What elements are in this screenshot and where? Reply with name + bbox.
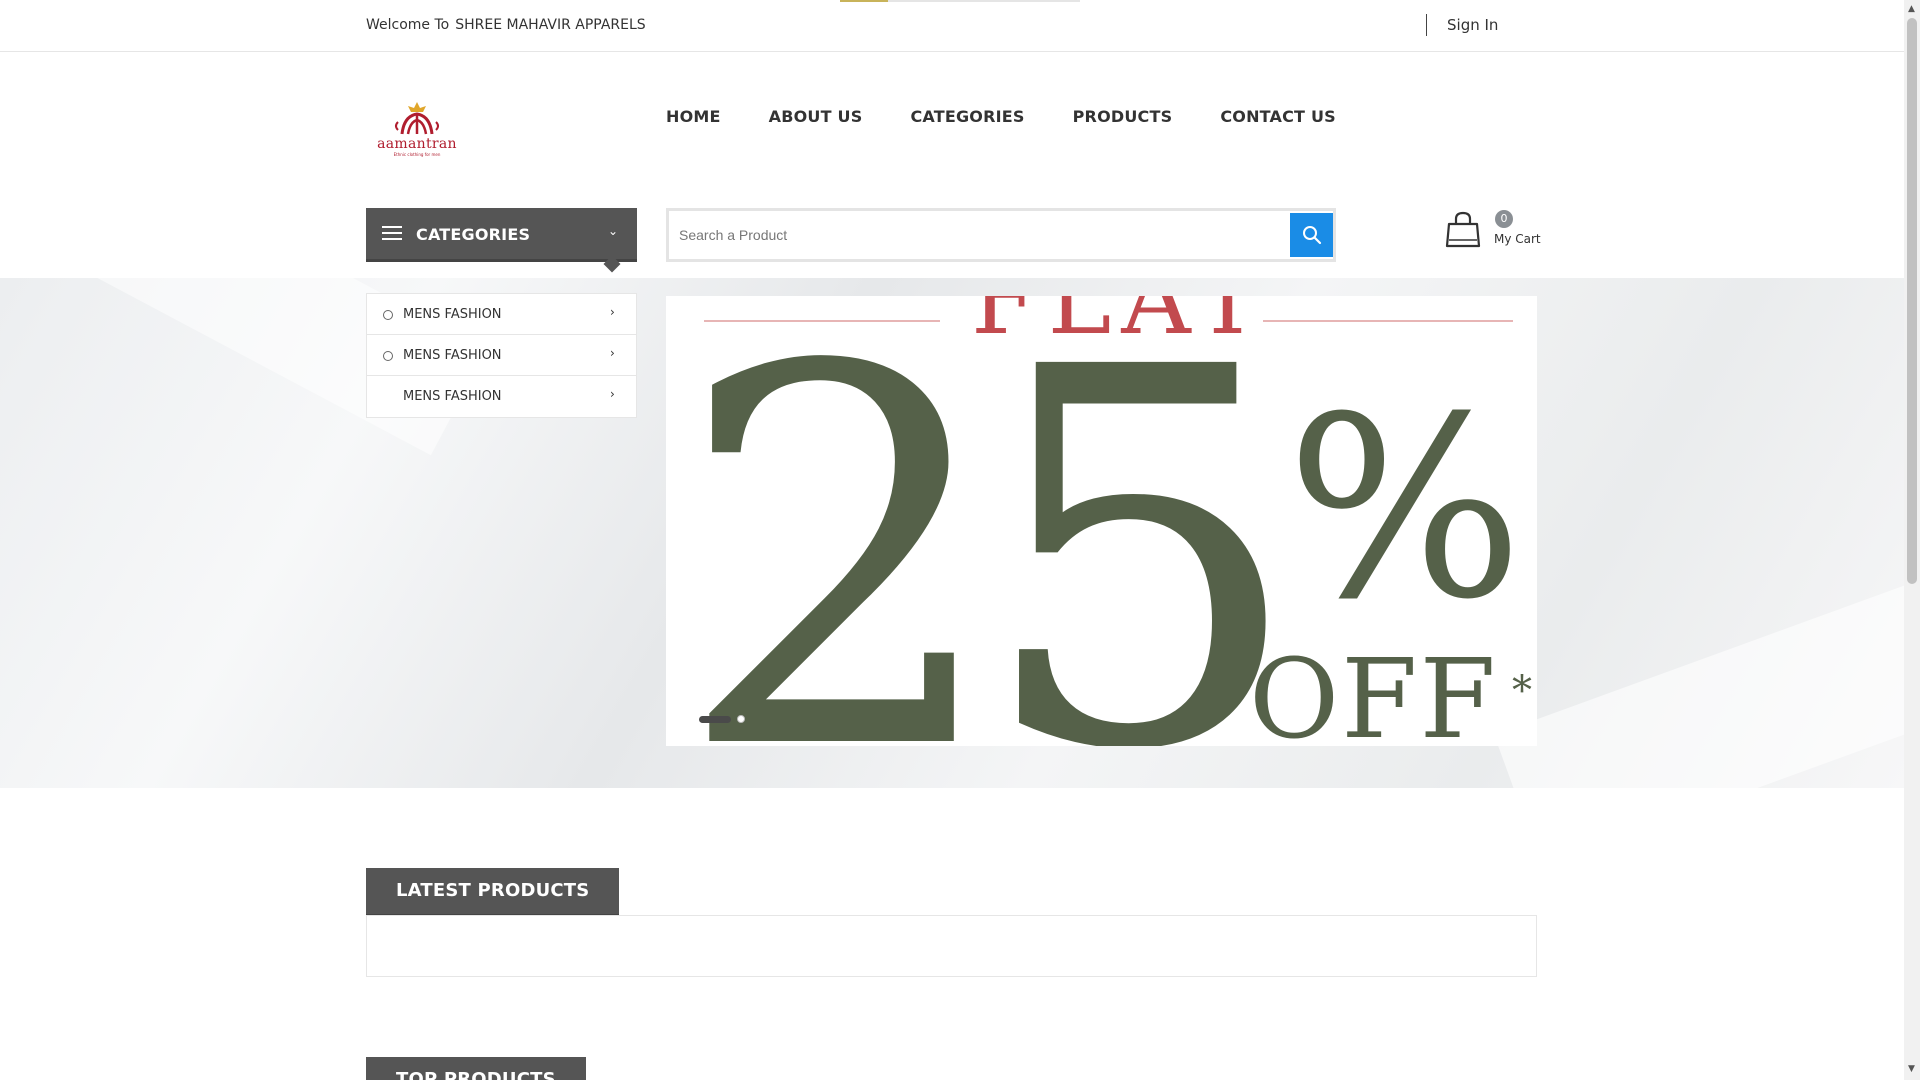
category-item[interactable]: MENS FASHION ›: [367, 335, 636, 376]
top-products-heading: TOP PRODUCTS: [366, 1057, 586, 1080]
nav-categories[interactable]: CATEGORIES: [910, 107, 1024, 126]
site-logo[interactable]: aamantran Ethnic clothing for men: [372, 100, 462, 160]
chevron-right-icon: ›: [610, 346, 615, 360]
main-nav: HOME ABOUT US CATEGORIES PRODUCTS CONTAC…: [666, 107, 1384, 126]
banner-off-text: OFF: [1249, 635, 1498, 746]
category-item-label: MENS FASHION: [403, 389, 502, 404]
category-item-label: MENS FASHION: [403, 348, 502, 363]
top-bar: Welcome To SHREE MAHAVIR APPARELS Sign In: [0, 0, 1904, 52]
cart-label: My Cart: [1494, 232, 1541, 246]
cart-widget[interactable]: 0 My Cart: [1444, 208, 1544, 258]
loading-progress-fill: [840, 0, 888, 2]
search-icon: [1302, 226, 1321, 245]
circle-icon: [383, 351, 393, 361]
slider-dot-active[interactable]: [699, 715, 731, 723]
latest-products-container: [366, 915, 1537, 977]
logo-tagline: Ethnic clothing for men: [393, 152, 441, 157]
cart-count-badge: 0: [1495, 210, 1513, 228]
chevron-down-icon: ⌄: [608, 224, 619, 238]
welcome-label: Welcome To: [366, 17, 450, 33]
search-input[interactable]: [679, 221, 1279, 249]
banner-asterisk: *: [1512, 668, 1532, 714]
top-products-title: TOP PRODUCTS: [396, 1069, 556, 1080]
circle-icon: [383, 310, 393, 320]
nav-home[interactable]: HOME: [666, 107, 721, 126]
logo-text: aamantran: [377, 136, 457, 152]
shopping-bag-icon: [1445, 211, 1481, 248]
sign-in-link[interactable]: Sign In: [1447, 16, 1498, 34]
nav-contact-us[interactable]: CONTACT US: [1220, 107, 1336, 126]
categories-list: MENS FASHION › MENS FASHION › MENS FASHI…: [366, 293, 637, 418]
loading-progress-bar: [840, 0, 1080, 2]
slider-dot[interactable]: [737, 715, 745, 723]
store-name: SHREE MAHAVIR APPARELS: [455, 17, 646, 33]
signin-divider: [1426, 14, 1427, 36]
search-box: [666, 208, 1336, 262]
categories-toggle[interactable]: CATEGORIES ⌄: [366, 208, 637, 273]
page: Welcome To SHREE MAHAVIR APPARELS Sign In…: [0, 0, 1920, 1080]
categories-toggle-label: CATEGORIES: [416, 225, 531, 244]
scrollbar-thumb[interactable]: [1907, 18, 1917, 584]
welcome-message: Welcome To SHREE MAHAVIR APPARELS: [366, 17, 646, 33]
category-item[interactable]: MENS FASHION ›: [367, 294, 636, 335]
slider-pagination: [699, 715, 745, 723]
latest-products-heading: LATEST PRODUCTS: [366, 868, 620, 917]
banner-rule-right: [1263, 320, 1513, 322]
page-scrollbar[interactable]: ▲ ▼: [1904, 0, 1920, 1080]
hamburger-icon: [382, 226, 402, 242]
chevron-right-icon: ›: [610, 305, 615, 319]
banner-percent-sign: %: [1286, 363, 1524, 654]
nav-about-us[interactable]: ABOUT US: [769, 107, 863, 126]
promo-banner-slider[interactable]: FLAT 25 % OFF *: [666, 296, 1537, 746]
category-item-label: MENS FASHION: [403, 307, 502, 322]
category-item[interactable]: MENS FASHION ›: [367, 376, 636, 417]
search-button[interactable]: [1290, 213, 1333, 257]
chevron-right-icon: ›: [610, 387, 615, 401]
hero-decoration: [1494, 529, 1904, 788]
banner-discount-amount: 25: [674, 296, 1306, 746]
scroll-up-arrow-icon[interactable]: ▲: [1908, 4, 1915, 14]
logo-emblem-icon: [395, 102, 439, 135]
scroll-down-arrow-icon[interactable]: ▼: [1908, 1064, 1915, 1074]
latest-products-title: LATEST PRODUCTS: [396, 880, 590, 901]
nav-products[interactable]: PRODUCTS: [1073, 107, 1173, 126]
categories-underline: [366, 259, 637, 262]
